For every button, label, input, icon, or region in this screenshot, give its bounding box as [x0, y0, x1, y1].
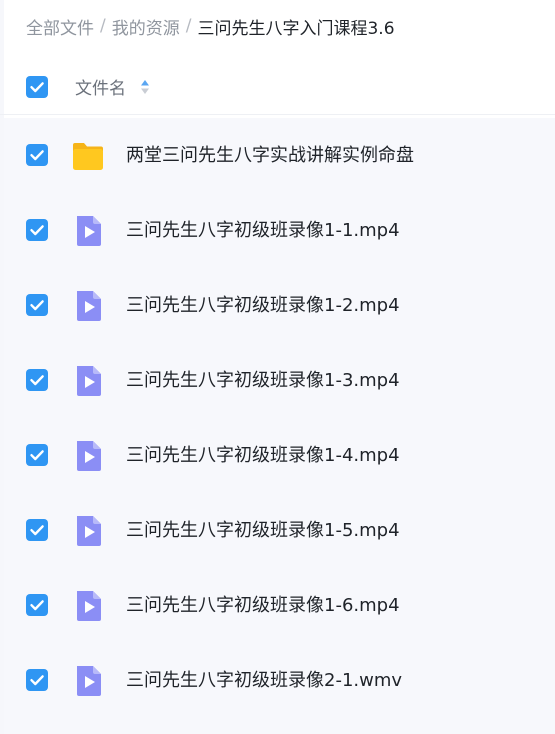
file-row[interactable]: 三问先生八字初级班录像1-3.mp4 [4, 343, 555, 418]
check-icon [30, 525, 44, 536]
file-name[interactable]: 三问先生八字初级班录像1-6.mp4 [126, 594, 400, 618]
file-row[interactable]: 两堂三问先生八字实战讲解实例命盘 [4, 118, 555, 193]
check-icon [30, 375, 44, 386]
video-file-icon [77, 216, 101, 246]
file-name[interactable]: 三问先生八字初级班录像1-1.mp4 [126, 219, 400, 243]
breadcrumb-separator: / [185, 16, 192, 36]
folder-icon [73, 143, 103, 170]
row-checkbox[interactable] [26, 519, 48, 541]
file-row[interactable]: 三问先生八字初级班录像1-1.mp4 [4, 193, 555, 268]
list-header: 文件名 [0, 60, 555, 115]
file-list: 两堂三问先生八字实战讲解实例命盘 三问先生八字初级班录像1-1.mp4 三问先生… [4, 118, 555, 734]
video-file-icon [77, 441, 101, 471]
file-name[interactable]: 三问先生八字初级班录像1-2.mp4 [126, 294, 400, 318]
filename-column-label: 文件名 [75, 79, 126, 99]
file-name[interactable]: 三问先生八字初级班录像1-5.mp4 [126, 519, 400, 543]
check-icon [30, 600, 44, 611]
breadcrumb-current-folder: 三问先生八字入门课程3.6 [197, 18, 395, 39]
row-checkbox[interactable] [26, 444, 48, 466]
video-file-icon [77, 366, 101, 396]
sort-arrows-icon[interactable] [140, 78, 150, 96]
check-icon [30, 675, 44, 686]
file-name[interactable]: 三问先生八字初级班录像2-1.wmv [126, 669, 402, 693]
row-checkbox[interactable] [26, 669, 48, 691]
video-file-icon [77, 666, 101, 696]
file-row[interactable]: 三问先生八字初级班录像1-5.mp4 [4, 493, 555, 568]
row-checkbox[interactable] [26, 294, 48, 316]
breadcrumb-all-files[interactable]: 全部文件 [26, 14, 94, 39]
breadcrumb-my-resources[interactable]: 我的资源 [112, 14, 180, 39]
filename-column-header[interactable]: 文件名 [75, 74, 150, 99]
video-file-icon [77, 591, 101, 621]
check-icon [30, 225, 44, 236]
breadcrumb-separator: / [100, 16, 106, 36]
row-checkbox[interactable] [26, 594, 48, 616]
file-name[interactable]: 三问先生八字初级班录像1-3.mp4 [126, 369, 400, 393]
row-checkbox[interactable] [26, 219, 48, 241]
check-icon [30, 300, 44, 311]
file-row[interactable]: 三问先生八字初级班录像2-1.wmv [4, 643, 555, 718]
row-checkbox[interactable] [26, 369, 48, 391]
check-icon [30, 450, 44, 461]
file-browser: 全部文件 / 我的资源 / 三问先生八字入门课程3.6 文件名 两堂三问先生八字… [0, 0, 555, 734]
file-row[interactable]: 三问先生八字初级班录像1-6.mp4 [4, 568, 555, 643]
file-row[interactable]: 三问先生八字初级班录像1-4.mp4 [4, 418, 555, 493]
row-checkbox[interactable] [26, 144, 48, 166]
video-file-icon [77, 516, 101, 546]
video-file-icon [77, 291, 101, 321]
file-name[interactable]: 两堂三问先生八字实战讲解实例命盘 [126, 144, 414, 168]
check-icon [30, 150, 44, 161]
check-icon [30, 82, 44, 93]
file-name[interactable]: 三问先生八字初级班录像1-4.mp4 [126, 444, 400, 468]
select-all-checkbox[interactable] [26, 76, 48, 98]
file-row[interactable]: 三问先生八字初级班录像1-2.mp4 [4, 268, 555, 343]
breadcrumb: 全部文件 / 我的资源 / 三问先生八字入门课程3.6 [26, 12, 395, 40]
